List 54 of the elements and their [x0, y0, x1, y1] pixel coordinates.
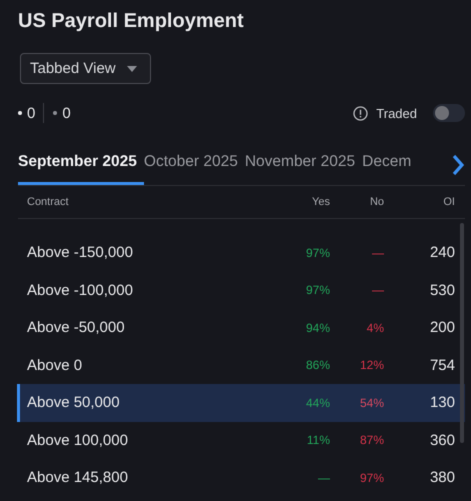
open-interest: 530	[428, 282, 456, 299]
view-dropdown[interactable]: Tabbed View	[20, 53, 151, 84]
caret-icon	[126, 66, 137, 72]
page-title: US Payroll Employment	[18, 10, 245, 34]
count-value: 0	[62, 104, 71, 122]
yes-price: 97%	[304, 246, 330, 260]
open-interest: 380	[428, 469, 456, 486]
month-tab[interactable]: Decem	[362, 150, 418, 185]
contract-row[interactable]: Above 100,000 11% 87% 360	[17, 422, 465, 459]
contract-row[interactable]: Above 145,800 — 97% 380	[17, 459, 465, 496]
yes-price: 97%	[304, 283, 330, 298]
yes-price: —	[317, 470, 330, 485]
open-interest: 200	[428, 319, 456, 336]
yes-price: 94%	[304, 320, 330, 335]
no-price: 12%	[358, 358, 384, 372]
contract-row[interactable]: Above 0 86% 12% 754	[17, 346, 465, 384]
contract-row[interactable]: Above -150,000 97% — 240	[17, 234, 465, 272]
open-interest: 754	[428, 356, 456, 374]
no-price: —	[371, 246, 384, 260]
column-header: Yes	[311, 196, 330, 208]
column-header: No	[368, 196, 384, 208]
no-price: 54%	[358, 396, 384, 410]
no-price: —	[371, 283, 384, 298]
contract-name: Above 100,000	[26, 432, 129, 449]
month-tab[interactable]: September 2025	[18, 150, 144, 185]
no-price: 97%	[358, 470, 384, 485]
yes-price: 11%	[306, 433, 330, 448]
scrollbar[interactable]	[460, 223, 464, 443]
contract-row[interactable]: Above -100,000 97% — 530	[17, 272, 465, 309]
contract-name: Above 0	[26, 356, 84, 374]
open-interest: 130	[428, 394, 456, 412]
info-icon	[353, 106, 368, 120]
traded-toggle[interactable]	[433, 104, 465, 122]
month-tab[interactable]: November 2025	[244, 150, 362, 185]
open-interest: 240	[428, 244, 456, 262]
yes-price: 86%	[304, 358, 330, 372]
traded-label: Traded	[376, 106, 417, 120]
column-header: OI	[442, 196, 456, 208]
yes-price: 44%	[304, 396, 330, 410]
dot-icon	[18, 111, 22, 115]
contract-name: Above 145,800	[26, 469, 129, 486]
no-price: 4%	[366, 320, 384, 335]
contract-name: Above -100,000	[26, 282, 134, 299]
month-tab[interactable]: October 2025	[144, 150, 245, 185]
open-interest: 360	[428, 432, 456, 449]
contract-row[interactable]: Above 50,000 44% 54% 130	[17, 384, 465, 422]
count-value: 0	[27, 104, 36, 122]
no-price: 87%	[358, 433, 384, 448]
contract-name: Above 50,000	[26, 394, 121, 412]
contract-name: Above -150,000	[26, 244, 134, 262]
column-header: Contract	[26, 196, 70, 208]
contract-name: Above -50,000	[26, 319, 126, 336]
dot-icon	[53, 111, 58, 115]
contract-row[interactable]: Above -50,000 94% 4% 200	[17, 309, 465, 346]
